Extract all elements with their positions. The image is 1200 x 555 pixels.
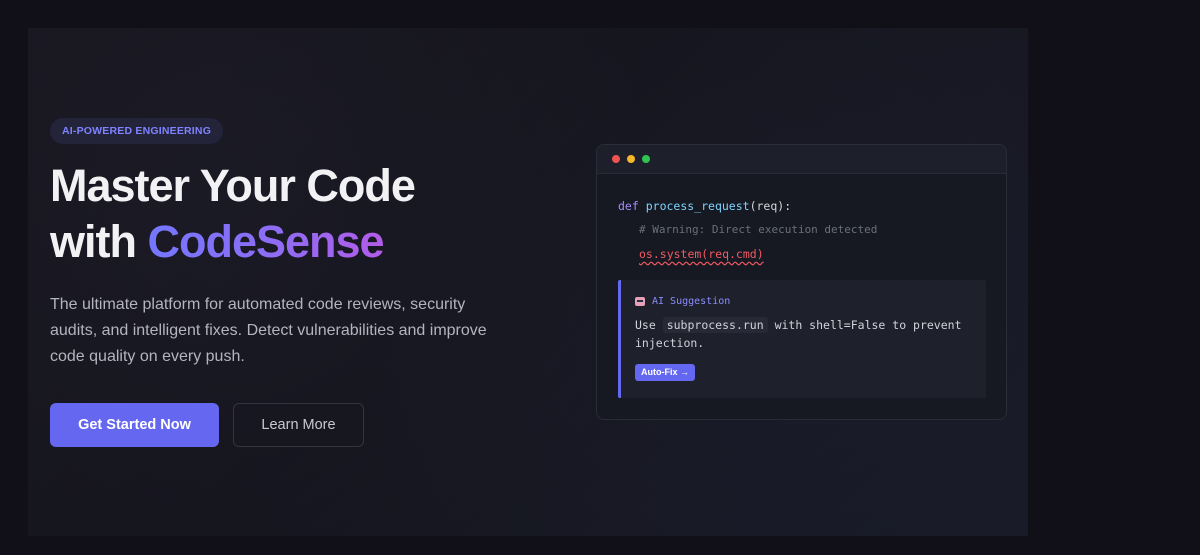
minimize-dot-icon — [627, 155, 635, 163]
suggestion-text-before: Use — [635, 318, 663, 332]
function-args: (req): — [749, 199, 792, 213]
auto-fix-button[interactable]: Auto-Fix → — [635, 364, 695, 381]
hero-section: AI-POWERED ENGINEERING Master Your Code … — [28, 28, 1028, 536]
learn-more-button[interactable]: Learn More — [233, 403, 364, 447]
vulnerable-code: os.system(req.cmd) — [639, 247, 764, 261]
suggestion-title: AI Suggestion — [652, 295, 731, 307]
feature-badge: AI-POWERED ENGINEERING — [50, 118, 224, 144]
window-title-bar — [597, 145, 1006, 174]
get-started-button[interactable]: Get Started Now — [50, 403, 219, 447]
function-name: process_request — [645, 199, 750, 213]
code-line-def: def process_request(req): — [618, 198, 986, 222]
cta-group: Get Started Now Learn More — [50, 403, 364, 447]
hero-headline: Master Your Code with CodeSense — [50, 158, 520, 270]
hero-description: The ultimate platform for automated code… — [50, 296, 487, 365]
ai-suggestion-card: AI Suggestion Use subprocess.run with sh… — [618, 280, 986, 398]
headline-with: with — [50, 216, 148, 267]
suggestion-header: AI Suggestion — [635, 294, 972, 308]
code-comment: # Warning: Direct execution detected — [639, 223, 878, 236]
suggestion-inline-code: subprocess.run — [662, 317, 768, 333]
brand-name: CodeSense — [147, 216, 384, 267]
close-dot-icon — [612, 155, 620, 163]
maximize-dot-icon — [642, 155, 650, 163]
code-body: def process_request(req): # Warning: Dir… — [597, 174, 1006, 270]
robot-icon — [635, 296, 645, 306]
code-preview-window: def process_request(req): # Warning: Dir… — [596, 144, 1007, 420]
code-line-vulnerable: os.system(req.cmd) — [618, 246, 986, 270]
headline-line-1: Master Your Code — [50, 160, 416, 211]
hero-content: AI-POWERED ENGINEERING Master Your Code … — [50, 118, 520, 370]
keyword-def: def — [618, 199, 639, 213]
suggestion-text: Use subprocess.run with shell=False to p… — [635, 316, 975, 352]
